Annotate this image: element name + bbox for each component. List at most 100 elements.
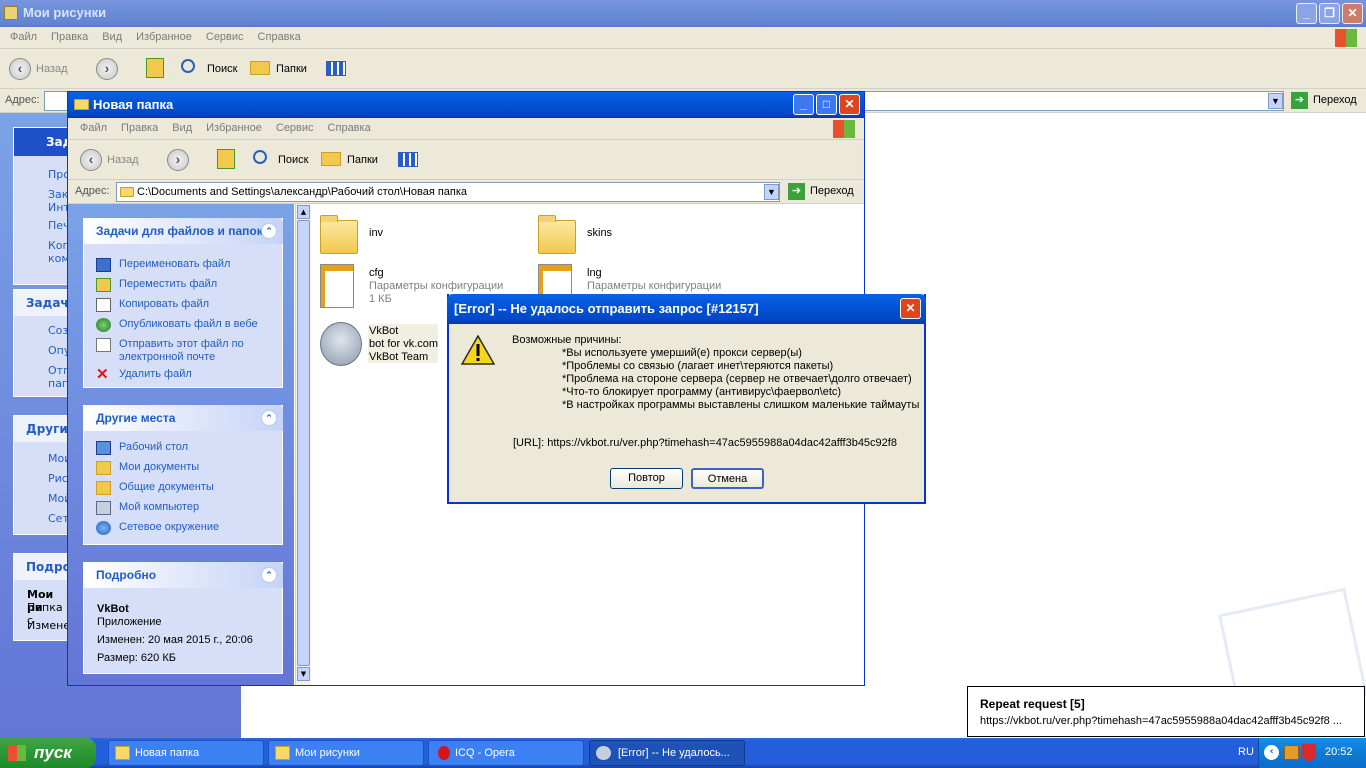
bg-forward-icon[interactable]: ›	[96, 58, 118, 80]
scroll-down-button[interactable]: ▼	[297, 667, 310, 681]
cancel-button[interactable]: Отмена	[691, 468, 764, 489]
fg-go-icon[interactable]: ➔	[788, 183, 805, 200]
tray-app-icon[interactable]	[1284, 745, 1299, 760]
fg-search-label[interactable]: Поиск	[278, 148, 308, 172]
fg-address-input[interactable]: C:\Documents and Settings\александр\Рабо…	[116, 182, 780, 202]
bg-other-item-2[interactable]: Рис	[48, 472, 68, 485]
bg-folders-label[interactable]: Папки	[276, 57, 307, 81]
my-documents-icon	[96, 461, 111, 475]
details-size: Размер: 620 КБ	[97, 652, 176, 664]
globe-icon	[96, 318, 111, 332]
folder-name: skins	[587, 227, 613, 239]
start-button[interactable]: пуск	[0, 738, 96, 768]
collapse-chevron-icon[interactable]: ⌃	[261, 223, 277, 239]
bg-other-item-4[interactable]: Сет	[48, 512, 69, 525]
details-name: VkBot	[97, 603, 129, 615]
bg-window-icon	[4, 6, 18, 20]
fg-back-icon[interactable]: ‹	[80, 149, 102, 171]
tray-shield-icon[interactable]	[1302, 744, 1316, 761]
fg-menu-view[interactable]: Вид	[165, 118, 199, 138]
bg-tasks2-item-1[interactable]: Соз	[48, 324, 68, 337]
my-computer-icon	[96, 501, 111, 515]
error-heading: Возможные причины:	[512, 334, 622, 346]
bg-menu-edit[interactable]: Правка	[44, 27, 95, 47]
bg-menu-view[interactable]: Вид	[95, 27, 129, 47]
other-places-title[interactable]: Другие места ⌃	[83, 405, 283, 431]
bg-minimize-button[interactable]: _	[1296, 3, 1317, 24]
warning-icon	[460, 334, 496, 365]
details-modified: Изменен: 20 мая 2015 г., 20:06	[97, 634, 253, 646]
bg-back-label[interactable]: Назад	[36, 57, 68, 81]
bg-tasks2-panel: Задачи Соз Опу Отп пап	[13, 289, 77, 397]
bg-back-icon[interactable]: ‹	[9, 58, 31, 80]
bg-address-dropdown-icon[interactable]: ▼	[1268, 93, 1283, 109]
fg-minimize-button[interactable]: _	[793, 94, 814, 115]
file-tasks-title[interactable]: Задачи для файлов и папок ⌃	[83, 218, 283, 244]
bg-views-icon[interactable]	[326, 61, 346, 76]
bg-address-label: Адрес:	[5, 94, 40, 106]
collapse-chevron-icon[interactable]: ⌃	[261, 567, 277, 583]
taskbar-button-error-dialog[interactable]: [Error] -- Не удалось...	[589, 740, 745, 766]
taskbar: пуск Новая папка Мои рисунки ICQ - Opera…	[0, 738, 1366, 768]
fg-address-dropdown-icon[interactable]: ▼	[764, 184, 779, 200]
bg-go-icon[interactable]: ➔	[1291, 92, 1308, 109]
bg-go-label[interactable]: Переход	[1313, 94, 1357, 106]
error-reason-5: *В настройках программы выставлены слишк…	[562, 399, 920, 411]
bg-search-label[interactable]: Поиск	[207, 57, 237, 81]
taskbar-button-my-pictures[interactable]: Мои рисунки	[268, 740, 424, 766]
error-url: [URL]: https://vkbot.ru/ver.php?timehash…	[513, 437, 897, 449]
bg-close-button[interactable]: ✕	[1342, 3, 1363, 24]
fg-menu-help[interactable]: Справка	[321, 118, 378, 138]
task-pane-scrollbar[interactable]: ▲ ▼	[295, 204, 311, 685]
fg-menu-file[interactable]: Файл	[73, 118, 114, 138]
fg-go-label[interactable]: Переход	[810, 185, 854, 197]
taskbar-button-new-folder[interactable]: Новая папка	[108, 740, 264, 766]
fg-folders-icon[interactable]	[321, 152, 341, 166]
fg-back-label[interactable]: Назад	[107, 148, 139, 172]
fg-search-icon[interactable]	[253, 150, 267, 164]
fg-window-titlebar[interactable]: Новая папка _ □ ✕	[68, 92, 864, 118]
bg-tasks2-item-4[interactable]: пап	[48, 377, 69, 390]
delete-x-icon: ✕	[96, 366, 109, 383]
fg-menu-favorites[interactable]: Избранное	[199, 118, 269, 138]
error-dialog-close-button[interactable]: ✕	[900, 298, 921, 319]
fg-views-icon[interactable]	[398, 152, 418, 167]
copy-icon	[96, 298, 111, 312]
collapse-chevron-icon[interactable]: ⌃	[261, 410, 277, 426]
tray-expand-icon[interactable]: ‹	[1264, 745, 1279, 760]
fg-close-button[interactable]: ✕	[839, 94, 860, 115]
scroll-up-button[interactable]: ▲	[297, 205, 310, 219]
rename-icon	[96, 258, 111, 272]
fg-windows-logo-icon	[833, 120, 855, 138]
fg-window-title: Новая папка	[93, 97, 174, 112]
details-title[interactable]: Подробно ⌃	[83, 562, 283, 588]
fg-folders-label[interactable]: Папки	[347, 148, 378, 172]
bg-menu-favorites[interactable]: Избранное	[129, 27, 199, 47]
shared-documents-icon	[96, 481, 111, 495]
bg-restore-button[interactable]: ❐	[1319, 3, 1340, 24]
bg-menu-tools[interactable]: Сервис	[199, 27, 251, 47]
bg-search-icon[interactable]	[181, 59, 195, 73]
scroll-thumb[interactable]	[297, 220, 310, 666]
bg-folders-icon[interactable]	[250, 61, 270, 75]
bg-tasks-item-2[interactable]: Зак	[48, 188, 68, 201]
bg-other-panel: Други Мои Рис Мой Сет	[13, 415, 74, 535]
retry-button[interactable]: Повтор	[610, 468, 683, 489]
taskbar-button-opera[interactable]: ICQ - Opera	[428, 740, 584, 766]
fg-up-icon[interactable]	[217, 149, 235, 169]
notification-balloon[interactable]: Repeat request [5] https://vkbot.ru/ver.…	[967, 686, 1365, 737]
fg-forward-icon[interactable]: ›	[167, 149, 189, 171]
file-name: VkBot	[369, 325, 399, 337]
fg-address-label: Адрес:	[75, 185, 110, 197]
fg-maximize-button[interactable]: □	[816, 94, 837, 115]
bg-menu-help[interactable]: Справка	[251, 27, 308, 47]
bg-window-titlebar[interactable]: Мои рисунки _ ❐ ✕	[0, 0, 1366, 27]
fg-menu-edit[interactable]: Правка	[114, 118, 165, 138]
taskbar-clock: 20:52	[1325, 746, 1353, 758]
bg-menu-file[interactable]: Файл	[3, 27, 44, 47]
fg-menu-tools[interactable]: Сервис	[269, 118, 321, 138]
language-indicator[interactable]: RU	[1238, 746, 1254, 758]
error-dialog-titlebar[interactable]: [Error] -- Не удалось отправить запрос […	[447, 294, 926, 324]
bg-up-icon[interactable]	[146, 58, 164, 78]
folder-icon	[538, 215, 576, 254]
